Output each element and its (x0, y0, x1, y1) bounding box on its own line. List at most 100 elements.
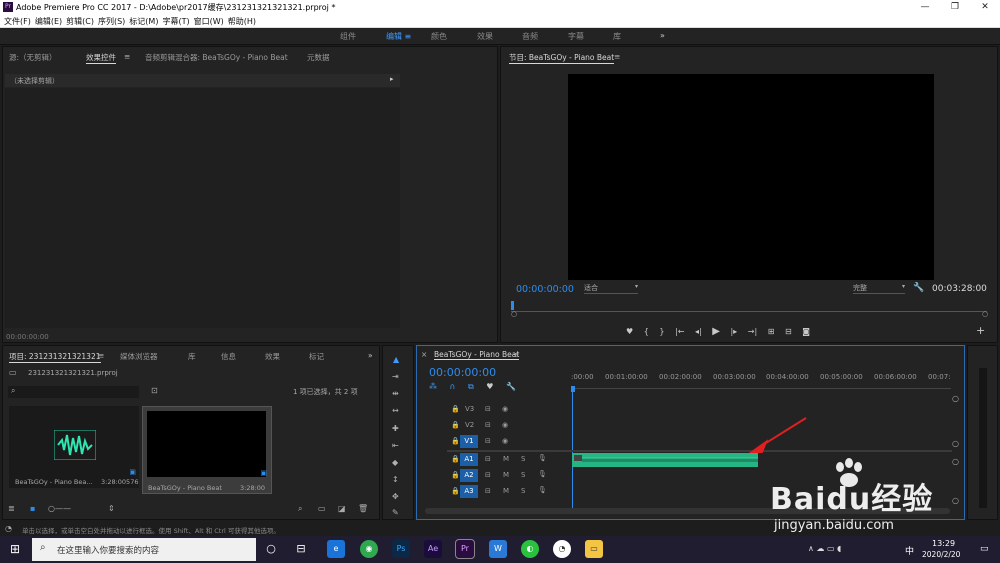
add-button-icon[interactable]: + (976, 324, 985, 337)
sync-lock-icon[interactable]: ⊟ (485, 437, 491, 445)
program-timecode[interactable]: 00:00:00:00 (516, 284, 574, 295)
delete-icon[interactable]: 🗑 (358, 504, 368, 513)
tab-effect-controls[interactable]: 效果控件 (86, 52, 116, 64)
tab-media-browser[interactable]: 媒体浏览器 (120, 351, 158, 362)
panel-menu-icon[interactable]: ≡ (124, 52, 130, 61)
tab-effects[interactable]: 效果 (265, 351, 280, 362)
lock-icon[interactable]: 🔒 (451, 421, 460, 429)
zoom-handle-left[interactable]: ○ (511, 310, 517, 318)
mute-button[interactable]: M (503, 471, 509, 479)
track-select-tool-icon[interactable]: ⇥ (392, 372, 399, 381)
quality-dropdown[interactable]: 完整 ▾ (853, 283, 905, 294)
mark-out-icon[interactable]: } (659, 327, 664, 336)
maximize-icon[interactable]: ❐ (940, 0, 970, 15)
vertical-scroll-handle-bottom[interactable]: ○ (952, 439, 959, 448)
program-playhead[interactable] (511, 301, 514, 310)
step-back-icon[interactable]: ◂| (695, 327, 702, 336)
menu-edit[interactable]: 编辑(E) (35, 15, 62, 28)
track-label[interactable]: A3 (460, 485, 478, 498)
list-view-icon[interactable]: ≣ (8, 504, 15, 513)
expand-icon[interactable]: ▸ (390, 75, 394, 83)
microphone-icon[interactable]: 🎙 (538, 470, 547, 478)
add-marker-icon[interactable]: ♥ (626, 327, 633, 336)
timeline-timecode[interactable]: 00:00:00:00 (429, 366, 496, 379)
lock-icon[interactable]: 🔒 (451, 455, 460, 463)
project-item-sequence[interactable]: ▣ BeaTsGOy - Piano Beat 3:28:00 (142, 406, 272, 494)
timeline-settings-icon[interactable]: 🔧 (506, 382, 516, 391)
solo-button[interactable]: S (521, 487, 525, 495)
menu-marker[interactable]: 标记(M) (129, 15, 158, 28)
sync-lock-icon[interactable]: ⊟ (485, 471, 491, 479)
taskbar-search-box[interactable]: ⌕ 在这里输入你要搜索的内容 (32, 538, 256, 561)
lock-icon[interactable]: 🔒 (451, 405, 460, 413)
notification-icon[interactable]: ▭ (980, 544, 989, 554)
sequence-tab[interactable]: BeaTsGOy - Piano Beat (434, 350, 520, 360)
zoom-tool-icon[interactable]: ✥ (392, 492, 399, 501)
workspace-effects[interactable]: 效果 (477, 31, 493, 42)
tray-icons[interactable]: ∧ ☁ ▭ ◖ (808, 544, 841, 553)
zoom-handle-right[interactable]: ○ (982, 310, 988, 318)
task-view-icon[interactable]: ⊟ (292, 540, 310, 558)
snap-icon[interactable]: ∩ (450, 382, 456, 391)
new-bin-search-icon[interactable]: ⊡ (151, 386, 158, 395)
lock-icon[interactable]: 🔒 (451, 487, 460, 495)
project-item-audio[interactable]: ▣ BeaTsGOy - Piano Bea... 3:28:00576 (9, 406, 139, 488)
razor-tool-icon[interactable]: ✚ (392, 424, 399, 433)
menu-window[interactable]: 窗口(W) (194, 15, 224, 28)
find-icon[interactable]: ⌕ (298, 504, 302, 514)
fit-dropdown[interactable]: 适合 ▾ (584, 283, 638, 294)
linked-selection-icon[interactable]: ⧉ (468, 382, 474, 391)
mute-button[interactable]: M (503, 487, 509, 495)
ripple-edit-tool-icon[interactable]: ⇹ (392, 389, 399, 398)
new-bin-icon[interactable]: ▭ (318, 504, 326, 513)
lock-icon[interactable]: 🔒 (451, 437, 460, 445)
nest-icon[interactable]: ⁂ (429, 382, 437, 391)
tab-project[interactable]: 项目: 231231321321321 (9, 351, 101, 363)
cortana-icon[interactable]: ○ (262, 540, 280, 558)
audio-clip[interactable] (572, 453, 758, 467)
tab-audio-clip-mixer[interactable]: 音频剪辑混合器: BeaTsGOy - Piano Beat (145, 52, 288, 63)
track-label[interactable]: A2 (460, 469, 478, 482)
panel-menu-icon[interactable]: ≡ (513, 350, 519, 359)
menu-file[interactable]: 文件(F) (4, 15, 31, 28)
panel-menu-icon[interactable]: ≡ (614, 52, 620, 61)
icon-view-icon[interactable]: ▪ (30, 504, 35, 513)
type-tool-icon[interactable]: ✎ (392, 508, 399, 517)
more-workspaces-icon[interactable]: » (660, 31, 665, 40)
tab-metadata[interactable]: 元数据 (307, 52, 330, 63)
close-sequence-icon[interactable]: × (421, 350, 427, 359)
microphone-icon[interactable]: 🎙 (538, 486, 547, 494)
pen-tool-icon[interactable]: ◆ (392, 458, 398, 467)
mark-in-icon[interactable]: { (644, 327, 649, 336)
extract-icon[interactable]: ⊟ (785, 327, 792, 336)
minimize-icon[interactable]: — (910, 0, 940, 15)
export-frame-icon[interactable]: ◙ (802, 327, 810, 336)
eye-icon[interactable]: ◉ (502, 405, 508, 413)
program-time-ruler[interactable] (511, 303, 987, 312)
premiere-taskbar-icon[interactable]: Pr (455, 539, 475, 559)
workspace-editing[interactable]: 编辑 ≡ (372, 31, 411, 42)
panel-menu-icon[interactable]: ≡ (98, 351, 104, 360)
timeline-playhead-line[interactable] (572, 392, 573, 512)
lift-icon[interactable]: ⊞ (768, 327, 775, 336)
tab-library[interactable]: 库 (188, 351, 196, 362)
workspace-color[interactable]: 颜色 (431, 31, 447, 42)
microphone-icon[interactable]: 🎙 (538, 454, 547, 462)
menu-sequence[interactable]: 序列(S) (98, 15, 125, 28)
photoshop-icon[interactable]: Ps (392, 540, 410, 558)
more-tabs-icon[interactable]: » (368, 351, 373, 360)
wechat-icon[interactable]: ◐ (521, 540, 539, 558)
lock-icon[interactable]: 🔒 (451, 471, 460, 479)
after-effects-icon[interactable]: Ae (424, 540, 442, 558)
step-forward-icon[interactable]: |▸ (730, 327, 737, 336)
go-to-in-icon[interactable]: |← (675, 327, 684, 336)
new-item-icon[interactable]: ◪ (338, 504, 346, 513)
project-search-input[interactable]: ⌕ (8, 386, 139, 398)
tab-markers[interactable]: 标记 (309, 351, 324, 362)
solo-button[interactable]: S (521, 455, 525, 463)
track-label[interactable]: V1 (460, 435, 478, 448)
browser-icon[interactable]: ◉ (360, 540, 378, 558)
sort-icon[interactable]: ⇕ (108, 504, 115, 513)
track-label[interactable]: A1 (460, 453, 478, 466)
workspace-assembly[interactable]: 组件 (340, 31, 356, 42)
